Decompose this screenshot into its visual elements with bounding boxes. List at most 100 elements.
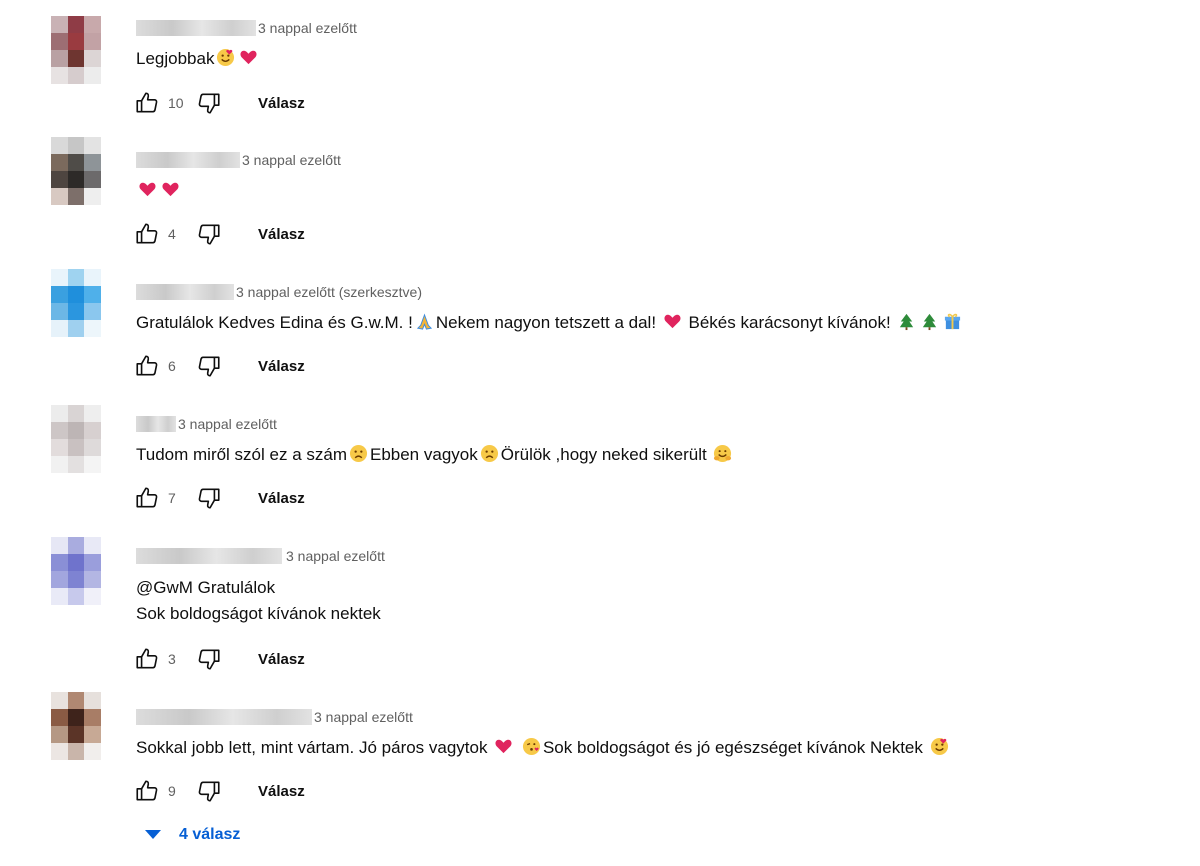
timestamp[interactable]: 3 nappal ezelőtt (szerkesztve) (236, 284, 422, 300)
avatar-pixel (67, 67, 85, 84)
avatar-pixel (84, 405, 101, 422)
author-name-blurred[interactable] (136, 709, 312, 725)
avatar-pixel (51, 320, 68, 337)
avatar-pixel (51, 537, 68, 554)
like-count: 4 (168, 226, 176, 242)
avatar-pixel (51, 439, 68, 456)
sad-face-icon (349, 444, 368, 463)
thumbs-down-icon[interactable] (196, 646, 222, 672)
like-count: 10 (168, 95, 184, 111)
heart-icon (162, 182, 179, 197)
avatar-pixel (67, 33, 85, 50)
comment-line: Sok boldogságot kívánok nektek (136, 604, 381, 623)
avatar-pixel (67, 320, 85, 337)
timestamp[interactable]: 3 nappal ezelőtt (286, 548, 385, 564)
thumbs-up-icon[interactable] (134, 778, 160, 804)
thumbs-up-icon[interactable] (134, 646, 160, 672)
avatar-pixel (67, 743, 85, 760)
avatar-pixel (84, 692, 101, 709)
avatar-pixel (67, 554, 85, 571)
timestamp[interactable]: 3 nappal ezelőtt (178, 416, 277, 432)
avatar-pixel (51, 67, 68, 84)
thumbs-up-icon[interactable] (134, 485, 160, 511)
avatar-pixel (51, 456, 68, 473)
author-name-blurred[interactable] (136, 416, 176, 432)
avatar-pixel (67, 16, 85, 33)
heart-icon (139, 182, 156, 197)
thumbs-down-icon[interactable] (196, 485, 222, 511)
avatar-pixel (84, 439, 101, 456)
avatar-pixel (67, 726, 85, 743)
like-count: 9 (168, 783, 176, 799)
comment-line: @GwM Gratulálok (136, 578, 276, 597)
avatar-pixel (51, 269, 68, 286)
avatar-pixel (67, 692, 85, 709)
thumbs-up-icon[interactable] (134, 90, 160, 116)
view-replies-button[interactable]: 4 válasz (145, 826, 240, 844)
avatar-pixel (84, 554, 101, 571)
avatar-pixel (51, 743, 68, 760)
thumbs-down-icon[interactable] (196, 90, 222, 116)
like-count: 7 (168, 490, 176, 506)
avatar-pixel (84, 422, 101, 439)
avatar[interactable] (51, 537, 101, 605)
face-blowing-kiss-icon (522, 737, 541, 756)
avatar[interactable] (51, 16, 101, 84)
comment-text: @GwM Gratulálok Sok boldogságot kívánok … (136, 575, 381, 627)
comment-text (136, 178, 182, 204)
comment-actions: 10 Válasz (134, 90, 305, 116)
comment-header: 3 nappal ezelőtt (136, 707, 413, 727)
comment-header: 3 nappal ezelőtt (szerkesztve) (136, 282, 422, 302)
timestamp[interactable]: 3 nappal ezelőtt (258, 20, 357, 36)
author-name-blurred[interactable] (136, 548, 282, 564)
thumbs-down-icon[interactable] (196, 353, 222, 379)
comment-header: 3 nappal ezelőtt (136, 546, 385, 566)
avatar-pixel (84, 320, 101, 337)
reply-button[interactable]: Válasz (258, 651, 305, 668)
avatar-pixel (51, 709, 68, 726)
comment-text: Sokkal jobb lett, mint vártam. Jó páros … (136, 735, 951, 761)
avatar-pixel (51, 154, 68, 171)
timestamp[interactable]: 3 nappal ezelőtt (314, 709, 413, 725)
reply-button[interactable]: Válasz (258, 358, 305, 375)
thumbs-up-icon[interactable] (134, 353, 160, 379)
comment-actions: 3 Válasz (134, 646, 305, 672)
avatar[interactable] (51, 405, 101, 473)
avatar-pixel (84, 537, 101, 554)
reply-button[interactable]: Válasz (258, 95, 305, 112)
thumbs-up-icon[interactable] (134, 221, 160, 247)
avatar-pixel (67, 709, 85, 726)
comment-actions: 4 Válasz (134, 221, 305, 247)
author-name-blurred[interactable] (136, 20, 256, 36)
christmas-tree-icon (900, 313, 914, 331)
christmas-tree-icon (923, 313, 937, 331)
thumbs-down-icon[interactable] (196, 221, 222, 247)
author-name-blurred[interactable] (136, 152, 240, 168)
avatar-pixel (51, 588, 68, 605)
avatar-pixel (51, 554, 68, 571)
avatar-pixel (67, 286, 85, 303)
timestamp[interactable]: 3 nappal ezelőtt (242, 152, 341, 168)
folded-hands-icon (416, 313, 432, 330)
reply-button[interactable]: Válasz (258, 490, 305, 507)
reply-button[interactable]: Válasz (258, 226, 305, 243)
avatar-pixel (84, 16, 101, 33)
avatar[interactable] (51, 692, 101, 760)
avatar-pixel (84, 286, 101, 303)
avatar-pixel (51, 303, 68, 320)
author-name-blurred[interactable] (136, 284, 234, 300)
heart-icon (495, 739, 512, 754)
avatar-pixel (84, 33, 101, 50)
reply-button[interactable]: Válasz (258, 783, 305, 800)
comment-text: Gratulálok Kedves Edina és G.w.M. ! Nekem… (136, 310, 964, 336)
thumbs-down-icon[interactable] (196, 778, 222, 804)
avatar-pixel (67, 588, 85, 605)
avatar-pixel (67, 456, 85, 473)
avatar[interactable] (51, 269, 101, 337)
avatar[interactable] (51, 137, 101, 205)
avatar-pixel (84, 456, 101, 473)
avatar-pixel (67, 188, 85, 205)
avatar-pixel (84, 709, 101, 726)
avatar-pixel (51, 286, 68, 303)
avatar-pixel (51, 422, 68, 439)
